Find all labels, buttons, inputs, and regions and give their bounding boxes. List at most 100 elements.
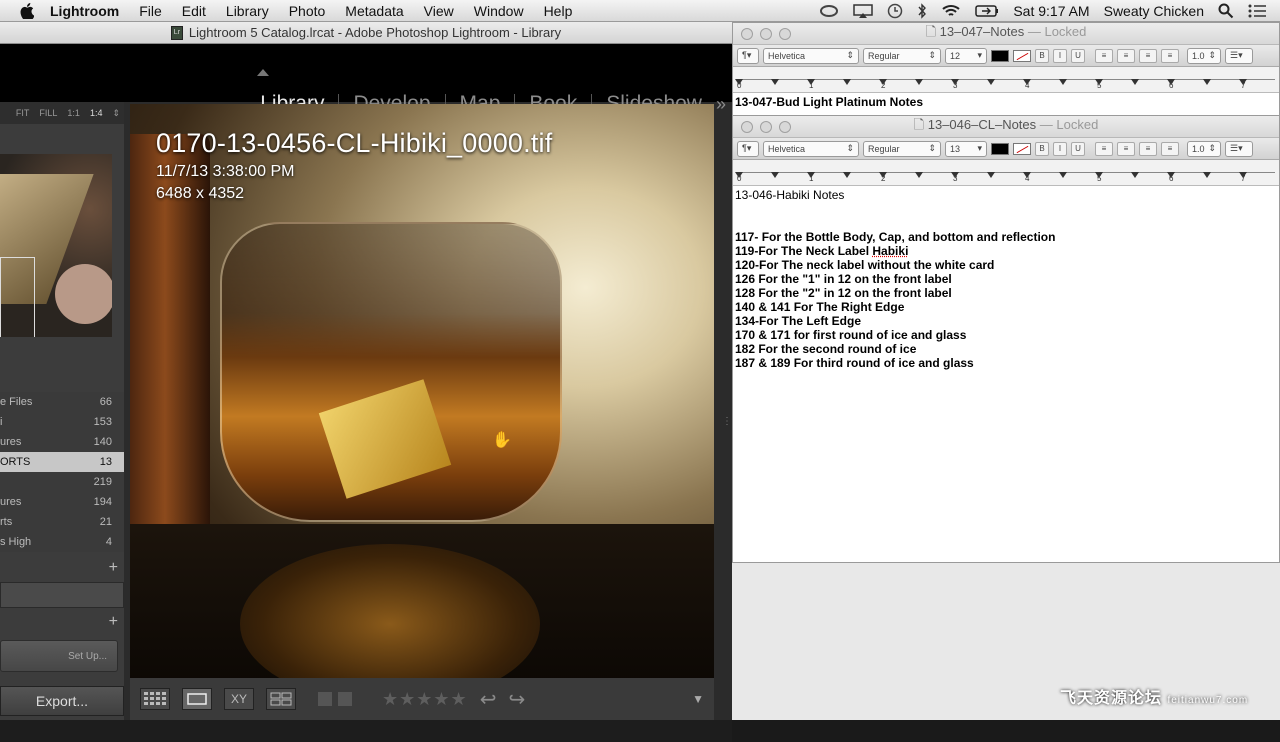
reject-flag-icon[interactable] — [338, 692, 352, 706]
add-collection-plus-icon[interactable]: + — [0, 556, 124, 580]
zoom-stepper-icon[interactable]: ⇕ — [112, 108, 120, 119]
tab-stop-marker[interactable] — [1059, 79, 1067, 85]
tab-stop-marker[interactable] — [987, 172, 995, 178]
time-machine-icon[interactable] — [887, 3, 903, 19]
lightroom-title-bar[interactable]: Lr Lightroom 5 Catalog.lrcat - Adobe Pho… — [0, 22, 732, 44]
loupe-view-icon[interactable] — [182, 688, 212, 710]
zoom-1-4[interactable]: 1:4 — [90, 108, 103, 118]
rotate-left-icon[interactable]: ↩ — [480, 687, 497, 712]
justify-button[interactable]: ≡ — [1161, 48, 1179, 63]
align-right-button[interactable]: ≡ — [1139, 141, 1157, 156]
tab-stop-marker[interactable] — [1203, 79, 1211, 85]
minimize-button[interactable] — [760, 27, 772, 40]
line-spacing-dropdown[interactable]: 1.0 ⇕ — [1187, 47, 1221, 64]
setup-button[interactable]: Set Up... — [0, 640, 118, 672]
highlight-color-swatch[interactable] — [1013, 49, 1031, 62]
collection-row[interactable]: s High 4 — [0, 532, 124, 552]
font-family-dropdown[interactable]: Helvetica ⇕ — [763, 140, 859, 157]
panel-resize-handle-icon[interactable]: ⋮ — [722, 416, 732, 428]
tab-stop-marker[interactable] — [1131, 79, 1139, 85]
battery-icon[interactable] — [975, 4, 999, 18]
collection-row[interactable]: ures 194 — [0, 492, 124, 512]
add-publish-service-plus-icon[interactable]: + — [0, 610, 124, 634]
rotate-right-icon[interactable]: ↪ — [508, 687, 525, 712]
list-dropdown[interactable]: ☰▾ — [1225, 47, 1253, 64]
menu-edit[interactable]: Edit — [182, 3, 206, 19]
collection-row[interactable]: rts 21 — [0, 512, 124, 532]
tab-stop-marker[interactable] — [843, 79, 851, 85]
menubar-clock[interactable]: Sat 9:17 AM — [1013, 3, 1089, 19]
align-center-button[interactable]: ≡ — [1117, 48, 1135, 63]
text-color-swatch[interactable] — [991, 142, 1009, 155]
font-size-dropdown[interactable]: 13 ▾ — [945, 140, 987, 157]
justify-button[interactable]: ≡ — [1161, 141, 1179, 156]
zoom-fill[interactable]: FILL — [39, 108, 57, 118]
compare-view-icon[interactable]: XY — [224, 688, 254, 710]
font-size-dropdown[interactable]: 12 ▾ — [945, 47, 987, 64]
creative-cloud-icon[interactable] — [819, 4, 839, 18]
paragraph-style-dropdown[interactable]: ¶▾ — [737, 47, 759, 64]
textedit-front-title-bar[interactable]: 🗋 13–046–CL–Notes — Locked — [733, 116, 1279, 138]
zoom-button[interactable] — [779, 120, 791, 133]
collection-row-selected[interactable]: ORTS 13 — [0, 452, 124, 472]
locked-status[interactable]: — Locked — [1040, 117, 1099, 132]
locked-status[interactable]: — Locked — [1028, 24, 1087, 39]
zoom-1-1[interactable]: 1:1 — [67, 108, 80, 118]
align-left-button[interactable]: ≡ — [1095, 141, 1113, 156]
pick-flag-icon[interactable] — [318, 692, 332, 706]
tab-stop-marker[interactable] — [915, 79, 923, 85]
menu-window[interactable]: Window — [474, 3, 524, 19]
italic-button[interactable]: I — [1053, 48, 1067, 63]
tab-stop-marker[interactable] — [1203, 172, 1211, 178]
highlight-color-swatch[interactable] — [1013, 142, 1031, 155]
menu-photo[interactable]: Photo — [289, 3, 326, 19]
list-dropdown[interactable]: ☰▾ — [1225, 140, 1253, 157]
italic-button[interactable]: I — [1053, 141, 1067, 156]
tab-stop-marker[interactable] — [771, 172, 779, 178]
align-right-button[interactable]: ≡ — [1139, 48, 1157, 63]
zoom-fit[interactable]: FIT — [16, 108, 30, 118]
notification-center-icon[interactable] — [1248, 4, 1266, 18]
close-button[interactable] — [741, 120, 753, 133]
collection-row[interactable]: e Files 66 — [0, 392, 124, 412]
bluetooth-icon[interactable] — [917, 2, 927, 19]
tab-stop-marker[interactable] — [1059, 172, 1067, 178]
bold-button[interactable]: B — [1035, 48, 1049, 63]
toolbar-menu-chevron-icon[interactable]: ▼ — [692, 692, 704, 706]
font-style-dropdown[interactable]: Regular ⇕ — [863, 47, 941, 64]
align-center-button[interactable]: ≡ — [1117, 141, 1135, 156]
line-spacing-dropdown[interactable]: 1.0 ⇕ — [1187, 140, 1221, 157]
underline-button[interactable]: U — [1071, 141, 1085, 156]
tab-stop-marker[interactable] — [771, 79, 779, 85]
tab-stop-marker[interactable] — [987, 79, 995, 85]
menu-library[interactable]: Library — [226, 3, 269, 19]
underline-button[interactable]: U — [1071, 48, 1085, 63]
menu-view[interactable]: View — [424, 3, 454, 19]
navigator-view-frame[interactable] — [0, 257, 35, 337]
collection-row[interactable]: 219 — [0, 472, 124, 492]
ruler[interactable]: 0 1 2 3 4 5 6 7 — [733, 67, 1279, 93]
close-button[interactable] — [741, 27, 753, 40]
tab-stop-marker[interactable] — [1131, 172, 1139, 178]
tab-stop-marker[interactable] — [915, 172, 923, 178]
zoom-button[interactable] — [779, 27, 791, 40]
airplay-icon[interactable] — [853, 3, 874, 18]
text-color-swatch[interactable] — [991, 49, 1009, 62]
bold-button[interactable]: B — [1035, 141, 1049, 156]
menu-file[interactable]: File — [139, 3, 162, 19]
ruler[interactable]: 0 1 2 3 4 5 6 7 — [733, 160, 1279, 186]
minimize-button[interactable] — [760, 120, 772, 133]
filmstrip-collapsed-bar[interactable] — [0, 720, 732, 742]
export-button[interactable]: Export... — [0, 686, 124, 716]
apple-icon[interactable] — [20, 2, 36, 19]
font-family-dropdown[interactable]: Helvetica ⇕ — [763, 47, 859, 64]
wifi-icon[interactable] — [941, 4, 961, 18]
textedit-back-title-bar[interactable]: 🗋 13–047–Notes — Locked — [733, 23, 1279, 45]
menu-metadata[interactable]: Metadata — [345, 3, 403, 19]
textedit-back-body[interactable]: 13-047-Bud Light Platinum Notes — [733, 93, 1279, 111]
align-left-button[interactable]: ≡ — [1095, 48, 1113, 63]
tab-stop-marker[interactable] — [843, 172, 851, 178]
menu-app[interactable]: Lightroom — [50, 3, 119, 19]
menu-help[interactable]: Help — [544, 3, 573, 19]
collection-row[interactable]: i 153 — [0, 412, 124, 432]
